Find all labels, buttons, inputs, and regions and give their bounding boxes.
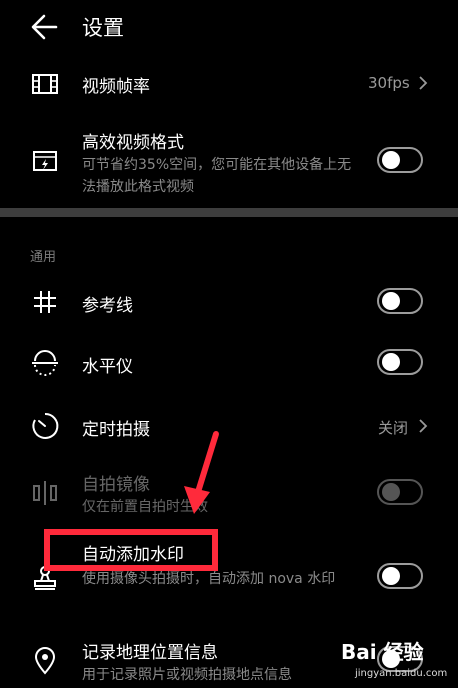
watermark-description: 使用摄像头拍摄时，自动添加 nova 水印 <box>82 571 336 587</box>
section-divider <box>0 208 458 217</box>
frame-rate-value: 30fps <box>368 74 410 92</box>
frame-rate-label: 视频帧率 <box>82 77 150 97</box>
setting-row-level: 水平仪 <box>0 334 458 392</box>
location-label: 记录地理位置信息 <box>82 643 218 663</box>
mirror-toggle[interactable] <box>377 479 423 505</box>
arrow-left-icon <box>31 14 58 40</box>
film-strip-icon <box>30 69 60 99</box>
efficient-format-toggle[interactable] <box>377 147 423 173</box>
toggle-knob <box>382 483 400 501</box>
section-title-general: 通用 <box>30 250 57 265</box>
video-format-icon <box>30 146 60 176</box>
watermark-toggle[interactable] <box>377 563 423 589</box>
highlight-box <box>44 529 218 571</box>
efficient-format-description: 可节省约35%空间，您可能在其他设备上无法播放此格式视频 <box>82 157 352 195</box>
baidu-watermark-url: jingyan.baidu.com <box>355 668 448 679</box>
toggle-knob <box>382 353 400 371</box>
mirror-description: 仅在前置自拍时生效 <box>82 499 208 515</box>
grid-label: 参考线 <box>82 296 133 316</box>
top-bar: 设置 <box>0 0 458 52</box>
setting-row-grid: 参考线 <box>0 272 458 330</box>
mirror-icon <box>30 478 60 508</box>
back-button[interactable] <box>28 10 62 44</box>
setting-row-mirror: 自拍镜像 仅在前置自拍时生效 <box>0 464 458 524</box>
setting-row-timer[interactable]: 定时拍摄 关闭 <box>0 396 458 454</box>
level-toggle[interactable] <box>377 349 423 375</box>
timer-icon <box>30 411 60 441</box>
timer-value: 关闭 <box>378 419 409 437</box>
location-pin-icon <box>30 646 60 676</box>
chevron-right-icon <box>419 419 428 433</box>
setting-row-efficient-format: 高效视频格式 可节省约35%空间，您可能在其他设备上无法播放此格式视频 <box>0 118 458 202</box>
timer-label: 定时拍摄 <box>82 420 150 440</box>
level-icon <box>30 348 60 378</box>
chevron-right-icon <box>419 76 428 90</box>
location-description: 用于记录照片或视频拍摄地点信息 <box>82 667 292 683</box>
efficient-format-label: 高效视频格式 <box>82 133 184 153</box>
toggle-knob <box>382 567 400 585</box>
toggle-knob <box>382 151 400 169</box>
level-label: 水平仪 <box>82 357 133 377</box>
grid-icon <box>30 287 60 317</box>
mirror-label: 自拍镜像 <box>82 475 150 495</box>
baidu-watermark: Bai 经验 <box>341 640 424 664</box>
grid-toggle[interactable] <box>377 288 423 314</box>
annotation-arrow-icon <box>184 431 219 514</box>
page-title: 设置 <box>82 16 124 40</box>
toggle-knob <box>382 292 400 310</box>
setting-row-frame-rate[interactable]: 视频帧率 30fps <box>0 56 458 112</box>
